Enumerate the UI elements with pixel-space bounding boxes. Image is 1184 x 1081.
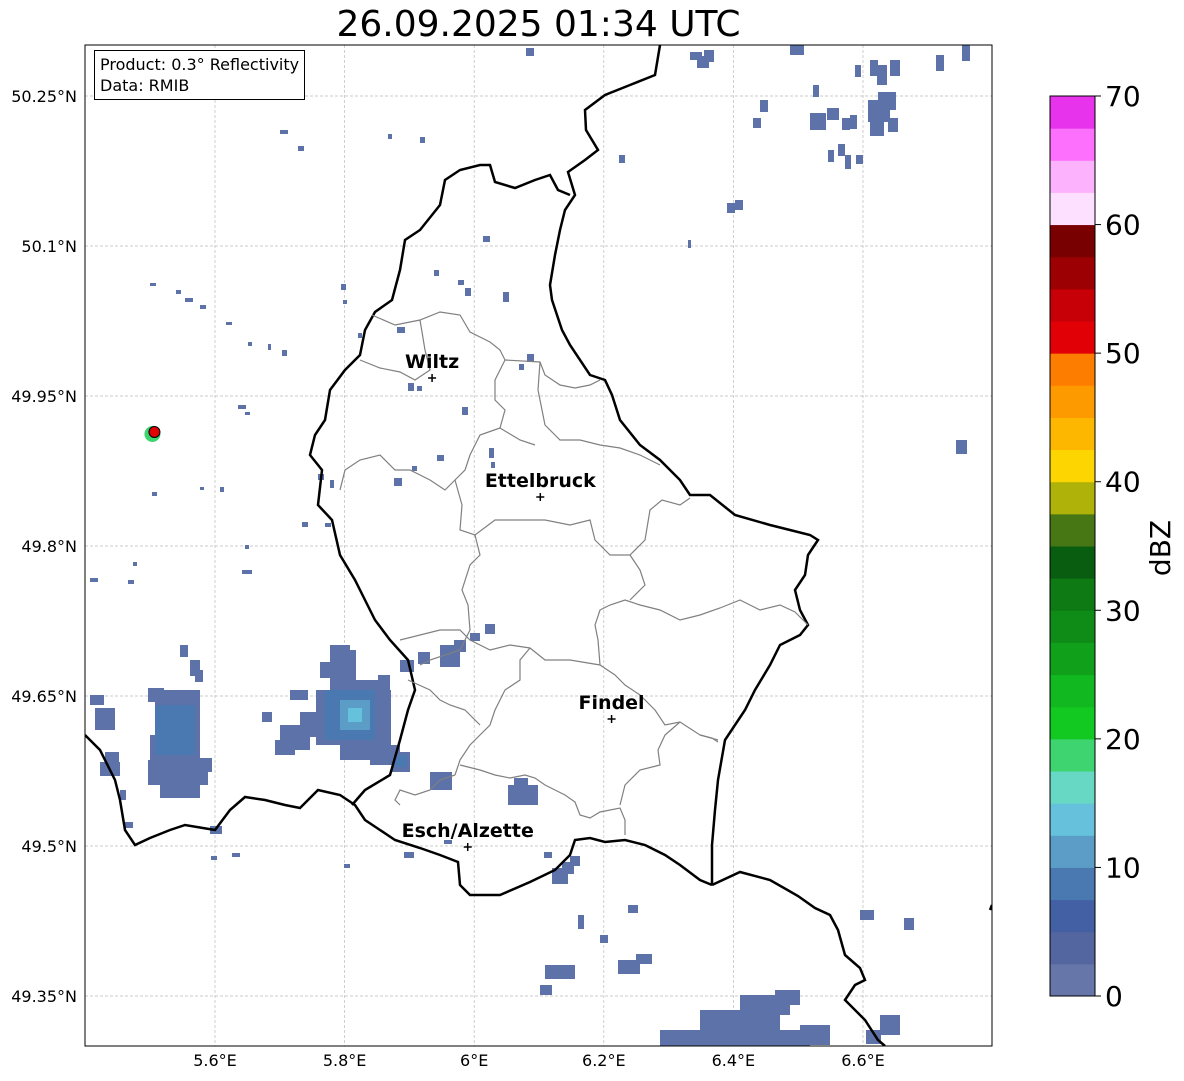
colorbar-segment bbox=[1050, 738, 1095, 772]
map-gridlines bbox=[85, 45, 992, 1046]
colorbar-tick-label: 60 bbox=[1105, 209, 1141, 242]
colorbar-tick-label: 20 bbox=[1105, 723, 1141, 756]
data-source-line: Data: RMIB bbox=[100, 76, 190, 95]
colorbar-segment bbox=[1050, 417, 1095, 451]
colorbar-segment bbox=[1050, 642, 1095, 676]
lat-tick-label: 49.65°N bbox=[11, 687, 77, 706]
lat-tick-label: 50.25°N bbox=[11, 87, 77, 106]
colorbar-tick-label: 40 bbox=[1105, 466, 1141, 499]
colorbar-segment bbox=[1050, 610, 1095, 643]
colorbar-tick-label: 30 bbox=[1105, 594, 1141, 627]
lon-tick-label: 6.6°E bbox=[841, 1051, 885, 1070]
lat-tick-label: 49.8°N bbox=[21, 537, 77, 556]
colorbar-segment bbox=[1050, 160, 1095, 193]
lat-tick-label: 50.1°N bbox=[21, 237, 77, 256]
city-label: Esch/Alzette bbox=[402, 820, 534, 842]
colorbar-tick-labels: 0 10 20 30 40 50 60 70 bbox=[1095, 80, 1141, 1013]
colorbar-segment bbox=[1050, 192, 1095, 226]
latitude-tick-labels: 49.35°N 49.5°N 49.65°N 49.8°N 49.95°N 50.1°N 5… bbox=[11, 87, 77, 1006]
plot-frame bbox=[84, 44, 993, 1047]
colorbar-segment bbox=[1050, 128, 1095, 161]
country-borders bbox=[85, 45, 992, 1046]
colorbar-tick-label: 0 bbox=[1105, 980, 1123, 1013]
lat-tick-label: 49.95°N bbox=[11, 387, 77, 406]
radar-map-figure: WiltzEttelbruckFindelEsch/Alzette 5.6°E 5… bbox=[11, 44, 1177, 1070]
longitude-tick-labels: 5.6°E 5.8°E 6°E 6.2°E 6.4°E 6.6°E bbox=[193, 1051, 885, 1070]
colorbar-segment bbox=[1050, 771, 1095, 804]
colorbar-segment bbox=[1050, 835, 1095, 868]
colorbar-segment bbox=[1050, 546, 1095, 579]
colorbar-segment bbox=[1050, 931, 1095, 965]
colorbar-segment bbox=[1050, 481, 1095, 515]
colorbar-label: dBZ bbox=[1144, 520, 1177, 576]
radar-site-marker bbox=[144, 426, 161, 442]
colorbar bbox=[1049, 95, 1096, 997]
lat-tick-label: 49.5°N bbox=[21, 837, 77, 856]
city-label: Ettelbruck bbox=[485, 470, 596, 492]
colorbar-segment bbox=[1050, 385, 1095, 418]
colorbar-segment bbox=[1050, 963, 1095, 997]
city-label: Findel bbox=[579, 692, 645, 714]
colorbar-tick-label: 70 bbox=[1105, 80, 1141, 113]
city-label: Wiltz bbox=[405, 351, 459, 373]
city-findel: Findel bbox=[579, 692, 645, 723]
colorbar-segment bbox=[1050, 321, 1095, 354]
colorbar-segment bbox=[1050, 96, 1095, 129]
lon-tick-label: 5.6°E bbox=[193, 1051, 237, 1070]
colorbar-segment bbox=[1050, 578, 1095, 611]
product-info-box: Product: 0.3° Reflectivity Data: RMIB bbox=[94, 50, 306, 100]
city-ettelbruck: Ettelbruck bbox=[485, 470, 596, 501]
lon-tick-label: 5.8°E bbox=[323, 1051, 367, 1070]
city-wiltz: Wiltz bbox=[405, 351, 459, 382]
lon-tick-label: 6°E bbox=[460, 1051, 488, 1070]
product-line: Product: 0.3° Reflectivity bbox=[100, 55, 300, 74]
colorbar-segment bbox=[1050, 706, 1095, 740]
colorbar-segment bbox=[1050, 513, 1095, 547]
colorbar-segment bbox=[1050, 899, 1095, 933]
colorbar-segment bbox=[1050, 224, 1095, 258]
lon-tick-label: 6.2°E bbox=[582, 1051, 626, 1070]
lat-tick-label: 49.35°N bbox=[11, 987, 77, 1006]
lon-tick-label: 6.4°E bbox=[712, 1051, 756, 1070]
radar-site-dot bbox=[148, 426, 161, 438]
radar-echo-layer bbox=[90, 45, 970, 1046]
colorbar-segment bbox=[1050, 353, 1095, 386]
colorbar-segment bbox=[1050, 867, 1095, 901]
colorbar-segment bbox=[1050, 288, 1095, 322]
colorbar-segment bbox=[1050, 674, 1095, 708]
colorbar-tick-label: 50 bbox=[1105, 337, 1141, 370]
colorbar-segment bbox=[1050, 449, 1095, 483]
colorbar-segment bbox=[1050, 256, 1095, 290]
colorbar-tick-label: 10 bbox=[1105, 851, 1141, 884]
colorbar-segment bbox=[1050, 803, 1095, 836]
